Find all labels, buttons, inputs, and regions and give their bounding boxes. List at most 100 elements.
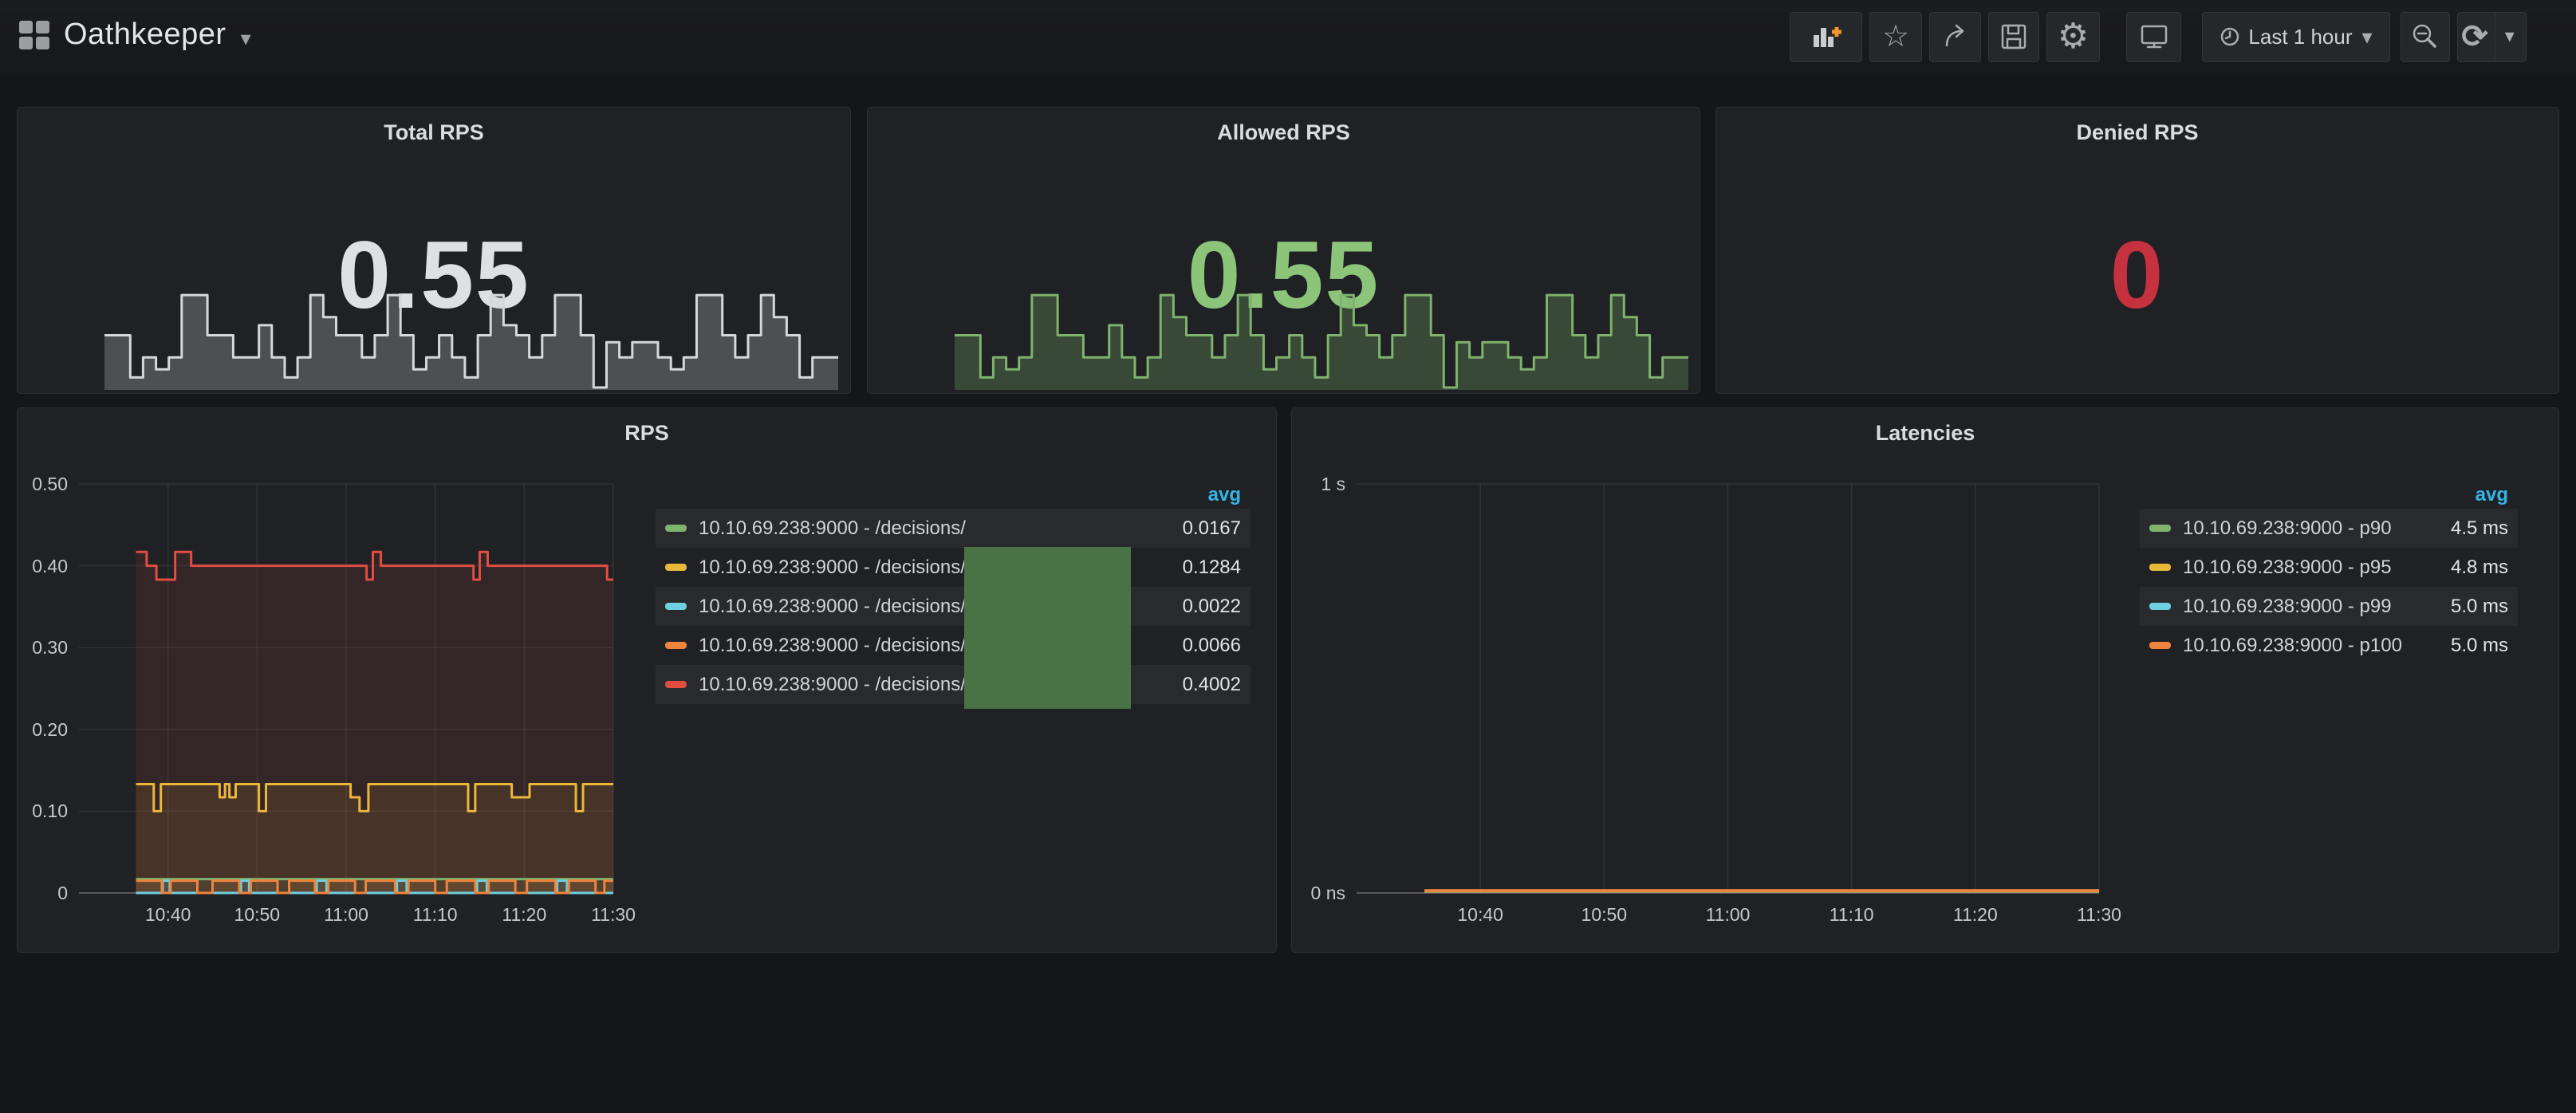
y-axis-tick-label: 0.20	[18, 719, 68, 741]
series-color-swatch[interactable]	[665, 564, 687, 571]
legend-series-label[interactable]: 10.10.69.238:9000 - /decisions/	[699, 635, 966, 657]
stat-panel: Total RPS 0.55	[17, 107, 851, 394]
refresh-interval-dropdown[interactable]: ▾	[2495, 12, 2524, 62]
legend-row: 10.10.69.238:9000 - /decisions/0.0022	[656, 587, 1251, 626]
add-panel-button[interactable]	[1790, 12, 1862, 62]
panel-title[interactable]: Latencies	[1292, 421, 2558, 446]
y-axis: 00.100.200.300.400.50	[18, 484, 68, 893]
legend-series-label[interactable]: 10.10.69.238:9000 - /decisions/	[699, 596, 966, 618]
legend-series-label[interactable]: 10.10.69.238:9000 - p99	[2183, 596, 2392, 618]
panel-title[interactable]: Allowed RPS	[868, 120, 1700, 145]
y-axis: 0 ns1 s	[1292, 484, 1345, 893]
legend-avg-value: 0.0022	[1183, 596, 1241, 618]
legend-avg-value: 0.1284	[1183, 556, 1241, 579]
dashboard-title-dropdown[interactable]: Oathkeeper ▾	[19, 18, 251, 52]
chevron-down-icon: ▾	[2505, 27, 2515, 46]
legend-series-label[interactable]: 10.10.69.238:9000 - p95	[2183, 556, 2392, 579]
legend: avg 10.10.69.238:9000 - /decisions/0.016…	[656, 482, 1251, 704]
legend-series-label[interactable]: 10.10.69.238:9000 - p90	[2183, 517, 2392, 540]
legend-avg-header[interactable]: avg	[656, 482, 1251, 509]
legend-row: 10.10.69.238:9000 - p99 5.0 ms	[2140, 587, 2518, 626]
clock-icon	[2220, 26, 2240, 47]
stat-panel: Allowed RPS 0.55	[867, 107, 1700, 394]
tv-mode-button[interactable]	[2126, 12, 2181, 62]
x-axis-tick-label: 11:20	[488, 904, 560, 926]
refresh-button[interactable]: ⟳ ▾	[2457, 12, 2527, 62]
legend-avg-value: 0.0167	[1183, 517, 1241, 540]
time-range-label: Last 1 hour	[2248, 25, 2352, 49]
star-icon: ☆	[1882, 22, 1909, 52]
x-axis-tick-label: 11:10	[1816, 904, 1888, 926]
y-axis-tick-label: 0 ns	[1292, 883, 1345, 904]
legend-avg-value: 0.4002	[1183, 674, 1241, 696]
share-button[interactable]	[1929, 12, 1981, 62]
sparkline	[104, 285, 838, 390]
legend-avg-value: 4.5 ms	[2451, 517, 2508, 540]
series-color-swatch[interactable]	[665, 603, 687, 610]
dashboard-grid-icon	[19, 21, 49, 49]
legend-avg-value: 4.8 ms	[2451, 556, 2508, 579]
legend-row: 10.10.69.238:9000 - /decisions/0.0167	[656, 509, 1251, 548]
sparkline	[955, 285, 1688, 390]
x-axis-tick-label: 10:40	[1444, 904, 1516, 926]
y-axis-tick-label: 1 s	[1292, 474, 1345, 495]
save-icon	[1999, 22, 2028, 51]
panel-title[interactable]: Total RPS	[18, 120, 850, 145]
chevron-down-icon: ▾	[241, 26, 251, 51]
time-range-picker[interactable]: Last 1 hour ▾	[2202, 12, 2390, 62]
legend-avg-value: 5.0 ms	[2451, 596, 2508, 618]
x-axis-tick-label: 10:50	[1568, 904, 1640, 926]
series-color-swatch[interactable]	[2149, 564, 2171, 571]
share-icon	[1941, 22, 1970, 51]
page-title[interactable]: Oathkeeper	[64, 18, 226, 52]
x-axis-tick-label: 11:30	[577, 904, 649, 926]
legend-avg-header[interactable]: avg	[2140, 482, 2518, 509]
legend-row: 10.10.69.238:9000 - /decisions/0.0066	[656, 626, 1251, 665]
panel-rps-chart: RPS 00.100.200.300.400.50 10:4010:5011:0…	[17, 407, 1277, 953]
stat-panel: Denied RPS 0	[1715, 107, 2559, 394]
series-color-swatch[interactable]	[2149, 642, 2171, 649]
legend-row: 10.10.69.238:9000 - p90 4.5 ms	[2140, 509, 2518, 548]
legend-series-label[interactable]: 10.10.69.238:9000 - /decisions/	[699, 556, 966, 579]
star-button[interactable]: ☆	[1869, 12, 1922, 62]
add-panel-icon	[1810, 22, 1843, 52]
legend-avg-value: 0.0066	[1183, 635, 1241, 657]
y-axis-tick-label: 0.50	[18, 474, 68, 495]
x-axis-tick-label: 11:00	[1692, 904, 1764, 926]
zoom-out-button[interactable]	[2401, 12, 2450, 62]
settings-button[interactable]: ⚙	[2046, 12, 2100, 62]
series-color-swatch[interactable]	[665, 642, 687, 649]
series-color-swatch[interactable]	[2149, 603, 2171, 610]
legend-avg-value: 5.0 ms	[2451, 635, 2508, 657]
save-button[interactable]	[1988, 12, 2039, 62]
legend-series-label[interactable]: 10.10.69.238:9000 - p100	[2183, 635, 2402, 657]
y-axis-tick-label: 0	[18, 883, 68, 904]
x-axis: 10:4010:5011:0011:1011:2011:30	[1357, 904, 2099, 928]
series-color-swatch[interactable]	[665, 525, 687, 532]
series-color-swatch[interactable]	[665, 681, 687, 688]
latencies-plot-area[interactable]	[1357, 484, 2099, 893]
legend-row: 10.10.69.238:9000 - /decisions/0.4002	[656, 665, 1251, 704]
legend-row: 10.10.69.238:9000 - /decisions/0.1284	[656, 548, 1251, 587]
x-axis-tick-label: 11:00	[310, 904, 382, 926]
series-color-swatch[interactable]	[2149, 525, 2171, 532]
x-axis-tick-label: 11:30	[2063, 904, 2135, 926]
x-axis-tick-label: 11:20	[1940, 904, 2011, 926]
rps-plot-area[interactable]	[79, 484, 613, 893]
panel-latencies-chart: Latencies 0 ns1 s 10:4010:5011:0011:1011…	[1291, 407, 2559, 953]
green-overlay-box	[964, 547, 1131, 709]
x-axis: 10:4010:5011:0011:1011:2011:30	[79, 904, 613, 928]
x-axis-tick-label: 10:50	[221, 904, 293, 926]
panel-title[interactable]: Denied RPS	[1716, 120, 2558, 145]
y-axis-tick-label: 0.10	[18, 800, 68, 822]
navbar: Oathkeeper ▾ ☆ ⚙	[0, 0, 2576, 73]
legend-row: 10.10.69.238:9000 - p95 4.8 ms	[2140, 548, 2518, 587]
legend-series-label[interactable]: 10.10.69.238:9000 - /decisions/	[699, 674, 966, 696]
panel-title[interactable]: RPS	[18, 421, 1276, 446]
gear-icon: ⚙	[2058, 19, 2089, 54]
legend-series-label[interactable]: 10.10.69.238:9000 - /decisions/	[699, 517, 966, 540]
chevron-down-icon: ▾	[2362, 26, 2373, 47]
toolbar: ☆ ⚙ Last 1 hour ▾	[1790, 11, 2527, 62]
x-axis-tick-label: 11:10	[400, 904, 471, 926]
refresh-icon: ⟳	[2461, 21, 2488, 53]
